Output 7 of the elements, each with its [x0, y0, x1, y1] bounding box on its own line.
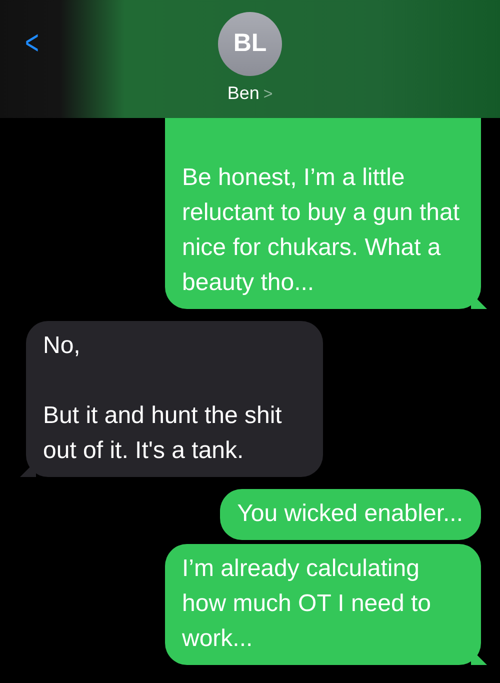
contact-name[interactable]: Ben [227, 80, 260, 107]
message-text: I’m already calculating how much OT I need to work... [182, 554, 432, 654]
back-button[interactable]: < [22, 26, 42, 60]
message-text: No, But it and hunt the shit out of it. It's a tank. [43, 331, 283, 466]
chevron-icon: > [263, 83, 273, 107]
message-text: Be honest, I’m a little reluctant to buy a gun that nice for chukars. What a beauty tho... [182, 163, 461, 298]
message-text: You wicked enabler... [237, 499, 463, 529]
